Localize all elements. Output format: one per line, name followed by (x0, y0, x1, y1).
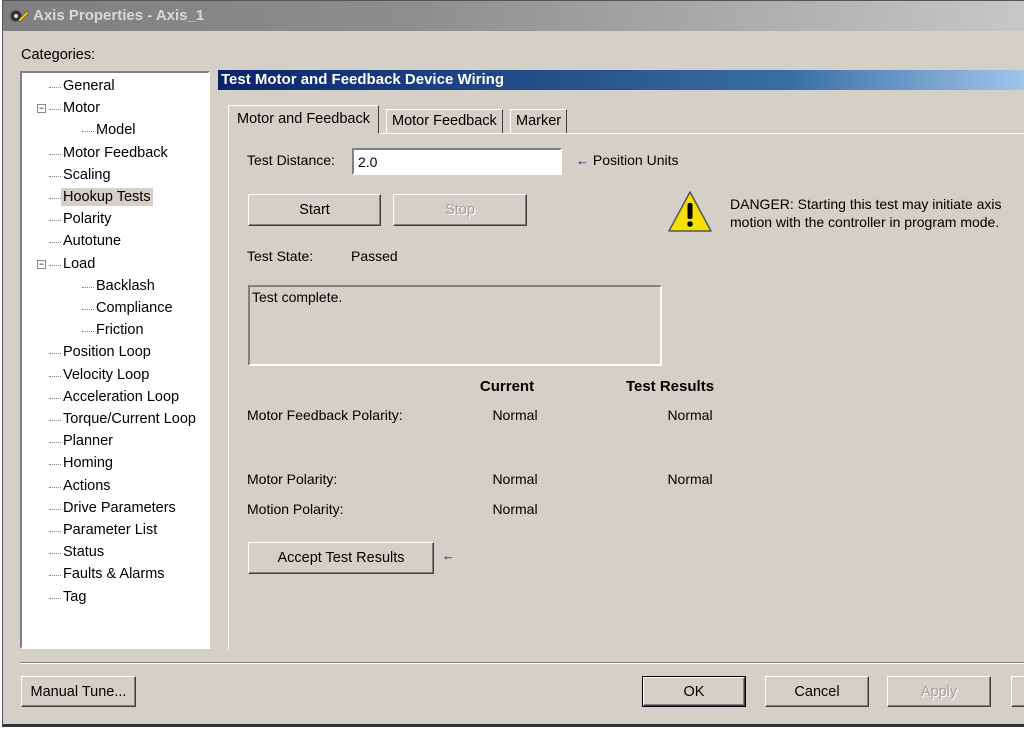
tree-item-parameter-list[interactable]: Parameter List (63, 521, 157, 539)
tree-item-general[interactable]: General (63, 77, 115, 95)
categories-label: Categories: (21, 47, 96, 63)
categories-tree[interactable]: General − Motor Model Motor Feedback Scaling H… (20, 71, 210, 649)
position-units-label: Position Units (592, 152, 679, 168)
apply-button[interactable]: Apply (887, 676, 991, 707)
tree-connector (49, 420, 61, 421)
tree-item-motor-feedback[interactable]: Motor Feedback (63, 144, 168, 162)
tree-item-position-loop[interactable]: Position Loop (63, 343, 151, 361)
test-results-column-header: Test Results (625, 378, 715, 395)
motion-polarity-current: Normal (492, 501, 538, 517)
tree-connector (49, 442, 61, 444)
tree-item-backlash[interactable]: Backlash (96, 277, 155, 295)
tree-connector (49, 264, 61, 266)
tree-connector (49, 353, 61, 355)
tree-item-torque-current-loop[interactable]: Torque/Current Loop (63, 410, 196, 428)
tree-connector (49, 397, 61, 399)
tree-item-actions[interactable]: Actions (63, 477, 111, 495)
collapse-icon[interactable]: − (37, 104, 46, 114)
manual-tune-button[interactable]: Manual Tune... (21, 676, 136, 707)
tree-connector (49, 508, 61, 510)
tree-item-status[interactable]: Status (63, 543, 104, 561)
tree-item-scaling[interactable]: Scaling (63, 166, 111, 184)
tree-connector (49, 486, 61, 488)
motor-polarity-current: Normal (492, 471, 538, 487)
tree-item-drive-parameters[interactable]: Drive Parameters (63, 499, 176, 517)
tree-item-acceleration-loop[interactable]: Acceleration Loop (63, 388, 179, 406)
tree-connector (49, 464, 61, 466)
tree-connector (49, 198, 61, 199)
tree-connector (49, 153, 61, 155)
tree-item-autotune[interactable]: Autotune (63, 232, 121, 250)
tree-connector (49, 242, 61, 244)
tree-connector (82, 309, 94, 310)
section-title: Test Motor and Feedback Device Wiring (218, 70, 1024, 90)
tree-connector (82, 286, 94, 288)
motor-feedback-polarity-label: Motor Feedback Polarity: (247, 407, 403, 423)
tree-connector (82, 331, 94, 333)
tree-item-velocity-loop[interactable]: Velocity Loop (63, 366, 149, 384)
danger-text-line2: motion with the controller in program mo… (730, 214, 1000, 230)
test-distance-label: Test Distance: (247, 152, 335, 168)
accept-test-results-button[interactable]: Accept Test Results (248, 542, 434, 574)
tab-motor-feedback[interactable]: Motor Feedback (386, 109, 503, 134)
tree-item-hookup-tests[interactable]: Hookup Tests (61, 188, 153, 206)
start-button[interactable]: Start (248, 194, 381, 226)
test-message-box[interactable]: Test complete. (248, 285, 662, 366)
motor-feedback-polarity-current: Normal (492, 407, 538, 423)
tree-connector (49, 220, 61, 222)
motion-polarity-label: Motion Polarity: (247, 501, 344, 517)
tree-item-tag[interactable]: Tag (63, 588, 86, 606)
title-bar[interactable]: Axis Properties - Axis_1 (3, 1, 1024, 31)
warning-icon (668, 191, 712, 232)
tree-item-compliance[interactable]: Compliance (96, 299, 173, 317)
tree-item-homing[interactable]: Homing (63, 454, 113, 472)
current-column-header: Current (479, 378, 535, 395)
tree-item-polarity[interactable]: Polarity (63, 210, 111, 228)
arrow-left-icon: ← (442, 548, 455, 563)
tree-item-load[interactable]: Load (63, 255, 95, 273)
tree-connector (49, 109, 61, 111)
test-state-value: Passed (351, 248, 398, 264)
collapse-icon[interactable]: − (37, 259, 46, 269)
tree-connector (82, 131, 94, 133)
tree-connector (49, 531, 61, 532)
tree-item-friction[interactable]: Friction (96, 321, 144, 339)
tree-connector (49, 553, 61, 555)
test-distance-input[interactable] (352, 148, 562, 175)
danger-text-line1: DANGER: Starting this test may initiate … (730, 196, 1002, 212)
stop-button[interactable]: Stop (393, 194, 527, 226)
test-state-label: Test State: (247, 248, 314, 264)
footer-divider (20, 662, 1024, 664)
tree-item-faults-alarms[interactable]: Faults & Alarms (63, 565, 165, 583)
tree-item-model[interactable]: Model (96, 121, 136, 139)
motor-polarity-result: Normal (667, 471, 713, 487)
tree-connector (49, 375, 61, 377)
window-title: Axis Properties - Axis_1 (33, 7, 205, 24)
help-button[interactable] (1011, 676, 1024, 707)
tree-item-planner[interactable]: Planner (63, 432, 113, 450)
tab-motor-and-feedback[interactable]: Motor and Feedback (228, 105, 379, 134)
tab-marker[interactable]: Marker (510, 109, 568, 134)
tree-connector (49, 575, 61, 577)
cancel-button[interactable]: Cancel (765, 676, 869, 707)
axis-gear-icon (10, 10, 29, 23)
tree-connector (49, 597, 61, 599)
tree-connector (49, 175, 61, 177)
tree-item-motor[interactable]: Motor (63, 99, 100, 117)
motor-feedback-polarity-result: Normal (667, 407, 713, 423)
tree-connector (49, 87, 61, 88)
arrow-left-icon: ← (576, 153, 589, 168)
motor-polarity-label: Motor Polarity: (247, 471, 338, 487)
ok-button[interactable]: OK (642, 676, 746, 707)
